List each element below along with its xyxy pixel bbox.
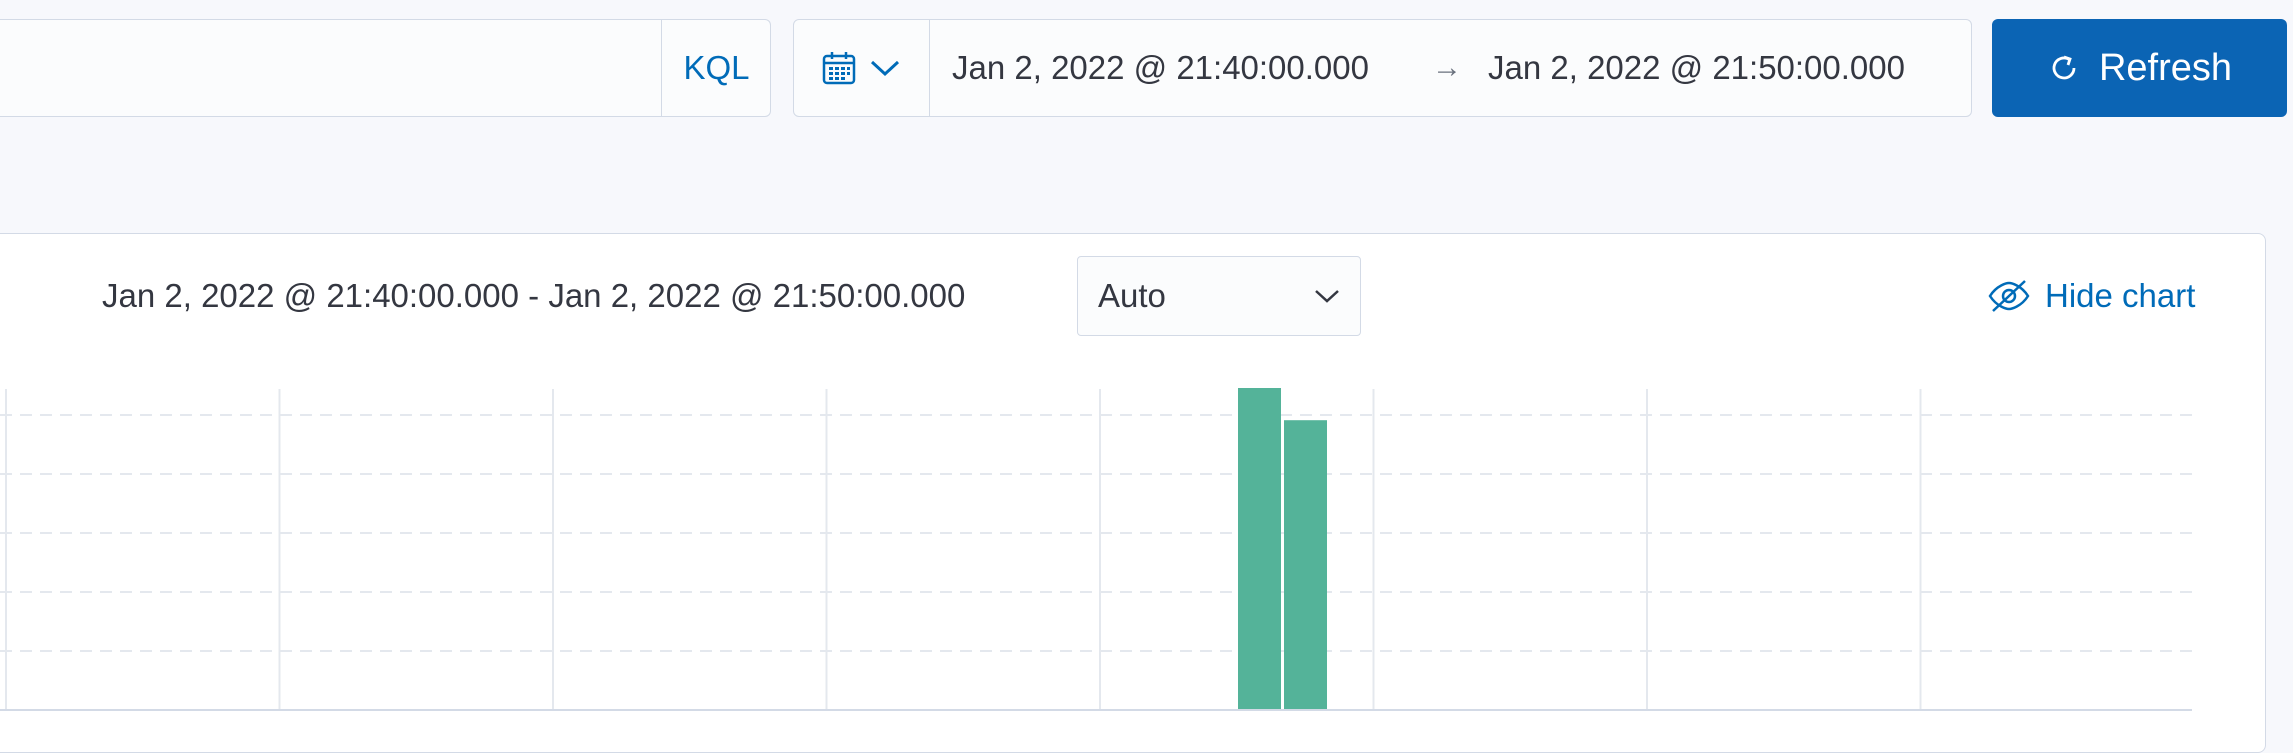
date-arrow: → xyxy=(1432,51,1462,84)
start-date-button[interactable]: Jan 2, 2022 @ 21:40:00.000 xyxy=(952,19,1369,117)
hide-chart-button[interactable]: Hide chart xyxy=(1987,268,2195,324)
histogram-bar[interactable] xyxy=(1238,388,1281,710)
start-date: Jan 2, 2022 @ 21:40:00.000 xyxy=(952,49,1369,86)
kql-language-button[interactable]: KQL xyxy=(661,19,771,117)
calendar-icon xyxy=(822,52,856,85)
histogram-bar[interactable] xyxy=(1284,420,1327,710)
chevron-down-icon xyxy=(1315,290,1339,303)
end-date-button[interactable]: Jan 2, 2022 @ 21:50:00.000 xyxy=(1488,19,1905,117)
query-input[interactable] xyxy=(0,19,771,117)
interval-select[interactable]: Auto xyxy=(1077,256,1361,336)
end-date: Jan 2, 2022 @ 21:50:00.000 xyxy=(1488,49,1905,86)
refresh-button[interactable]: Refresh xyxy=(1992,19,2287,117)
interval-value: Auto xyxy=(1098,277,1166,314)
histogram-chart xyxy=(0,388,2192,711)
chevron-down-icon xyxy=(870,60,900,77)
hide-chart-label: Hide chart xyxy=(2045,277,2196,314)
refresh-label: Refresh xyxy=(2098,46,2233,89)
time-range-label: Jan 2, 2022 @ 21:40:00.000 - Jan 2, 2022… xyxy=(102,277,966,314)
kql-label: KQL xyxy=(683,49,750,86)
refresh-icon xyxy=(2052,55,2076,80)
eye-closed-icon xyxy=(1988,280,2030,312)
quick-menu-button[interactable] xyxy=(793,19,930,117)
